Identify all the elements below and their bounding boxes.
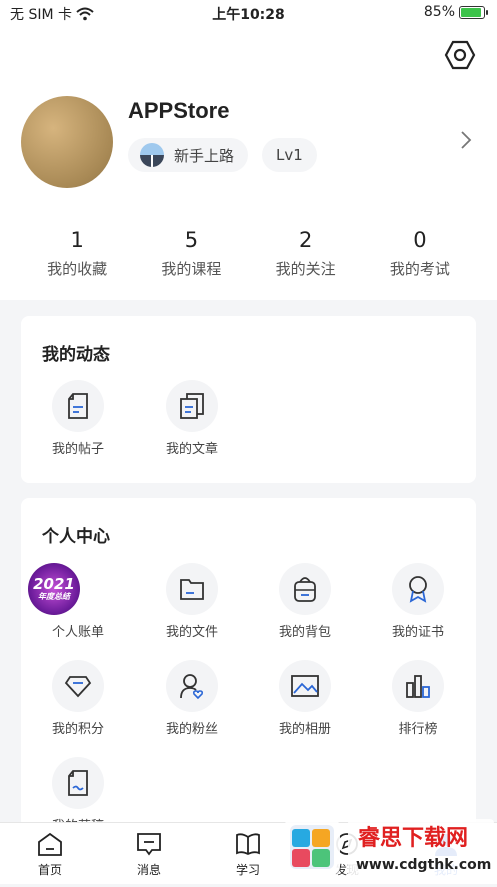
tab-home[interactable]: 首页 [10, 831, 90, 878]
home-icon [38, 832, 62, 856]
section-title: 我的动态 [42, 345, 110, 365]
level-badge[interactable]: Lv1 [262, 138, 317, 172]
badge-text: 年度总结 [38, 592, 70, 601]
ranking-button[interactable]: 排行榜 [368, 660, 468, 737]
status-right: 85% [423, 4, 488, 20]
stat-courses[interactable]: 5 我的课程 [134, 228, 248, 279]
status-bar: 无 SIM 卡 上午10:28 85% [0, 0, 497, 26]
profile-header: APPStore 新手上路 Lv1 1 我的收藏 5 我的课程 2 我的关注 0… [0, 26, 497, 300]
watermark-logo: 睿思下载网 www.cdgthk.com [284, 819, 494, 879]
my-backpack-button[interactable]: 我的背包 [255, 563, 355, 640]
stats-row: 1 我的收藏 5 我的课程 2 我的关注 0 我的考试 [20, 228, 477, 279]
tab-label: 消息 [136, 863, 161, 877]
battery-icon [459, 5, 488, 19]
watermark-url: www.cdgthk.com [356, 857, 491, 873]
backpack-icon [279, 563, 331, 615]
item-label: 我的文件 [165, 625, 218, 640]
personal-center-card: 个人中心 2021 年度总结 个人账单 我的文件 我的背包 我的证书 我的积分 [21, 498, 476, 834]
tab-messages[interactable]: 消息 [109, 831, 189, 878]
road-icon [140, 143, 164, 167]
post-icon [52, 380, 104, 432]
book-icon [236, 833, 260, 856]
watermark-title: 睿思下载网 [358, 825, 468, 851]
stat-following[interactable]: 2 我的关注 [249, 228, 363, 279]
stat-label: 我的关注 [275, 260, 336, 278]
my-fans-button[interactable]: 我的粉丝 [142, 660, 242, 737]
tab-label: 首页 [37, 863, 62, 877]
item-label: 我的帖子 [51, 442, 104, 457]
item-label: 我的相册 [278, 722, 331, 737]
avatar[interactable] [21, 96, 113, 188]
item-label: 我的文章 [165, 442, 218, 457]
my-certificate-button[interactable]: 我的证书 [368, 563, 468, 640]
stat-value: 2 [298, 228, 313, 252]
tab-label: 学习 [235, 863, 260, 877]
my-files-button[interactable]: 我的文件 [142, 563, 242, 640]
my-points-button[interactable]: 我的积分 [28, 660, 128, 737]
folder-icon [166, 563, 218, 615]
badge-year: 2021 [33, 575, 75, 593]
album-icon [279, 660, 331, 712]
item-label: 个人账单 [51, 625, 104, 640]
article-icon [166, 380, 218, 432]
ranking-icon [392, 660, 444, 712]
battery-percent: 85% [423, 4, 455, 20]
draft-icon [52, 757, 104, 809]
tab-study[interactable]: 学习 [208, 831, 288, 878]
settings-icon[interactable] [443, 38, 477, 72]
stat-label: 我的考试 [389, 260, 450, 278]
message-icon [137, 833, 161, 856]
personal-bill-button[interactable]: 2021 年度总结 个人账单 [28, 563, 128, 640]
username: APPStore [128, 98, 230, 123]
stat-value: 5 [184, 228, 199, 252]
fans-icon [166, 660, 218, 712]
item-label: 我的积分 [51, 722, 104, 737]
stat-value: 1 [70, 228, 84, 252]
chevron-right-icon[interactable] [459, 130, 473, 150]
stat-label: 我的课程 [161, 260, 222, 278]
annual-summary-badge: 2021 年度总结 [28, 563, 80, 615]
stat-favorites[interactable]: 1 我的收藏 [20, 228, 134, 279]
level-label: Lv1 [276, 146, 303, 164]
stat-exams[interactable]: 0 我的考试 [363, 228, 477, 279]
rank-badge[interactable]: 新手上路 [128, 138, 249, 172]
stat-value: 0 [413, 228, 427, 252]
item-label: 我的粉丝 [165, 722, 218, 737]
diamond-icon [52, 660, 104, 712]
my-articles-button[interactable]: 我的文章 [142, 380, 242, 457]
rank-badge-label: 新手上路 [174, 146, 235, 165]
item-label: 排行榜 [398, 722, 438, 737]
stat-label: 我的收藏 [47, 260, 108, 278]
dynamics-card: 我的动态 我的帖子 我的文章 [21, 316, 476, 483]
clock: 上午10:28 [212, 7, 285, 23]
certificate-icon [392, 563, 444, 615]
item-label: 我的证书 [391, 625, 444, 640]
my-posts-button[interactable]: 我的帖子 [28, 380, 128, 457]
my-album-button[interactable]: 我的相册 [255, 660, 355, 737]
item-label: 我的背包 [278, 625, 331, 640]
watermark: 睿思下载网 www.cdgthk.com [278, 815, 497, 883]
section-title: 个人中心 [42, 527, 110, 547]
